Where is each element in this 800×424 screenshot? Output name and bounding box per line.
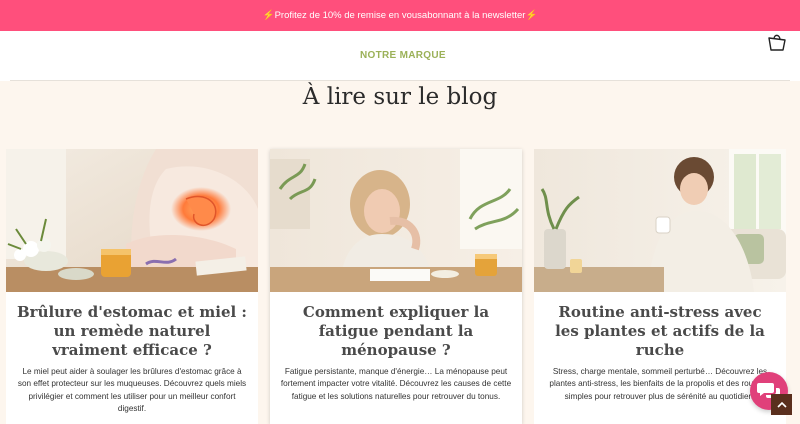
shopping-bag-icon[interactable] xyxy=(765,31,789,51)
blog-card[interactable]: Routine anti-stress avec les plantes et … xyxy=(534,149,786,424)
nav-item-notre-marque[interactable]: NOTRE MARQUE xyxy=(360,50,446,61)
blog-card-excerpt: Stress, charge mentale, sommeil perturbé… xyxy=(549,367,771,401)
bolt-icon: ⚡ xyxy=(525,10,538,21)
blog-image-menopause-fatigue[interactable] xyxy=(270,149,522,292)
blog-card-excerpt: Le miel peut aider à soulager les brûlur… xyxy=(17,367,247,414)
blog-image-anti-stress[interactable] xyxy=(534,149,786,292)
header-divider xyxy=(10,80,790,81)
blog-card-title[interactable]: Comment expliquer la fatigue pendant la … xyxy=(280,303,512,360)
scroll-top-button[interactable] xyxy=(771,394,792,415)
blog-card-title[interactable]: Brûlure d'estomac et miel : un remède na… xyxy=(16,303,248,360)
announcement-text: Profitez de 10% de remise en vous xyxy=(274,10,422,21)
blog-card[interactable]: Comment expliquer la fatigue pendant la … xyxy=(270,149,522,424)
blog-card-excerpt: Fatigue persistante, manque d'énergie… L… xyxy=(280,367,512,401)
section-title: À lire sur le blog xyxy=(302,84,498,110)
blog-image-stomach-honey[interactable] xyxy=(6,149,258,292)
newsletter-link[interactable]: abonnant à la newsletter xyxy=(422,10,526,21)
bolt-icon: ⚡ xyxy=(262,10,275,21)
site-header: NOTRE MARQUE xyxy=(0,31,800,81)
announcement-bar: ⚡ Profitez de 10% de remise en vous abon… xyxy=(0,0,800,31)
blog-card[interactable]: Brûlure d'estomac et miel : un remède na… xyxy=(6,149,258,424)
blog-card-title[interactable]: Routine anti-stress avec les plantes et … xyxy=(544,303,776,360)
arrow-up-icon xyxy=(776,401,787,408)
